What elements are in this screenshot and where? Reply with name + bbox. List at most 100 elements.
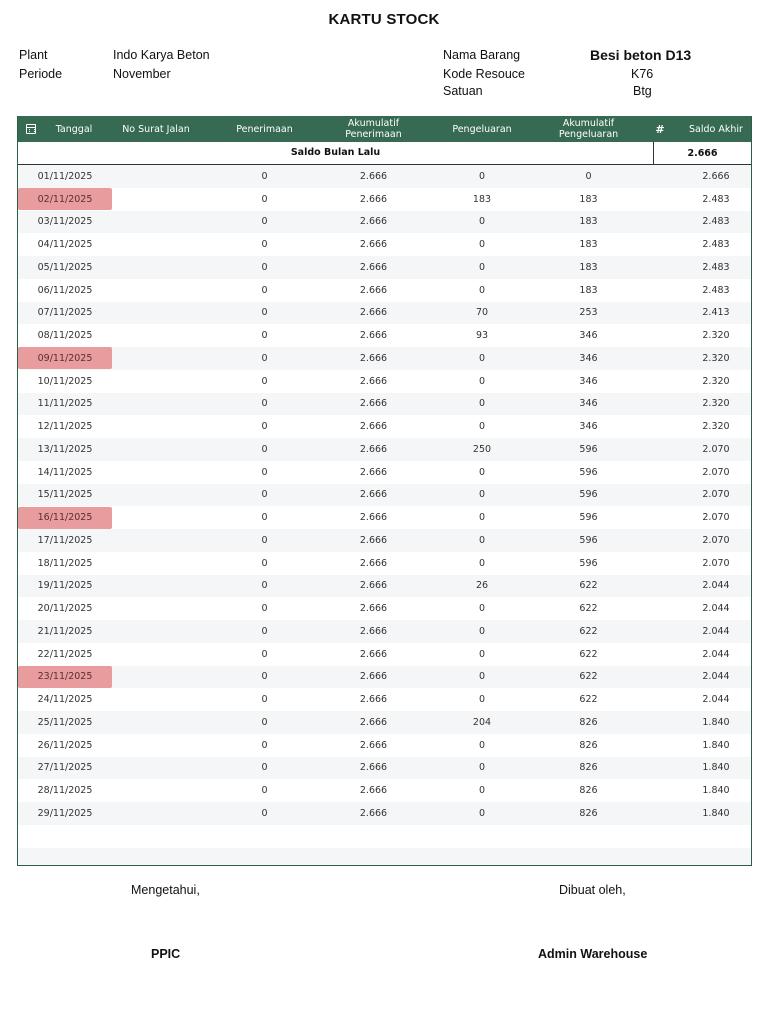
akumulatif-penerimaan-cell: 2.666 [359,785,388,797]
tanggal-cell: 26/11/2025 [37,739,93,751]
akumulatif-penerimaan-cell: 2.666 [359,671,388,683]
akumulatif-penerimaan-cell: 2.666 [359,398,388,410]
saldo-akhir-cell: 1.840 [702,762,730,774]
akumulatif-pengeluaran-cell: 346 [579,330,598,342]
akumulatif-pengeluaran-cell: 622 [579,648,598,660]
akumulatif-penerimaan-cell: 2.666 [359,307,388,319]
saldo-akhir-cell: 2.070 [702,512,730,524]
header-akumulatif-penerimaan: Akumulatif Penerimaan [321,118,426,140]
table-row: 20/11/2025 0 2.666 0 622 2.044 [18,597,751,620]
pengeluaran-cell: 0 [478,739,486,751]
penerimaan-cell: 0 [261,557,268,569]
akumulatif-penerimaan-cell: 2.666 [359,170,388,182]
penerimaan-cell: 0 [261,170,268,182]
header-penerimaan: Penerimaan [236,123,293,135]
penerimaan-cell: 0 [261,330,268,342]
akumulatif-penerimaan-cell: 2.666 [359,375,388,387]
pengeluaran-cell: 0 [478,512,486,524]
penerimaan-cell: 0 [261,421,268,433]
saldo-akhir-cell: 1.840 [702,785,730,797]
satuan-label: Satuan [443,84,483,98]
pengeluaran-cell: 0 [478,375,486,387]
ppic-signature-role: PPIC [151,947,181,961]
saldo-akhir-cell: 2.070 [702,466,730,478]
tanggal-cell: 23/11/2025 [18,665,112,688]
pengeluaran-cell: 0 [478,284,486,296]
saldo-akhir-cell: 2.070 [702,489,730,501]
tanggal-cell: 02/11/2025 [18,188,112,211]
akumulatif-penerimaan-cell: 2.666 [359,512,388,524]
header-no-surat-jalan: No Surat Jalan [122,123,190,135]
saldo-akhir-cell: 2.070 [702,557,730,569]
akumulatif-pengeluaran-cell: 183 [579,261,598,273]
saldo-akhir-cell: 1.840 [702,716,730,728]
penerimaan-cell: 0 [261,261,268,273]
penerimaan-cell: 0 [261,284,268,296]
akumulatif-penerimaan-cell: 2.666 [359,216,388,228]
akumulatif-pengeluaran-cell: 0 [585,170,592,182]
saldo-akhir-cell: 2.483 [702,261,730,273]
tanggal-cell: 14/11/2025 [37,466,93,478]
penerimaan-cell: 0 [261,534,268,546]
akumulatif-penerimaan-cell: 2.666 [359,807,388,819]
pengeluaran-cell: 0 [478,557,486,569]
akumulatif-penerimaan-cell: 2.666 [359,352,388,364]
saldo-akhir-cell: 2.320 [702,330,730,342]
mengetahui-caption: Mengetahui, [131,883,200,897]
tanggal-cell: 27/11/2025 [37,762,93,774]
pengeluaran-cell: 70 [475,307,489,319]
tanggal-cell: 18/11/2025 [37,557,93,569]
saldo-akhir-cell: 2.044 [702,671,730,683]
pengeluaran-cell: 0 [478,785,486,797]
saldo-akhir-cell: 2.413 [702,307,730,319]
akumulatif-pengeluaran-cell: 253 [579,307,598,319]
table-row: 28/11/2025 0 2.666 0 826 1.840 [18,779,751,802]
tanggal-cell: 11/11/2025 [37,398,93,410]
header-akumulatif-pengeluaran: Akumulatif Pengeluaran [538,118,639,140]
pengeluaran-cell: 0 [478,466,486,478]
penerimaan-cell: 0 [261,648,268,660]
saldo-akhir-cell: 2.044 [702,625,730,637]
table-row: 24/11/2025 0 2.666 0 622 2.044 [18,688,751,711]
pengeluaran-cell: 26 [475,580,489,592]
pengeluaran-cell: 0 [478,261,486,273]
saldo-akhir-cell: 2.044 [702,694,730,706]
table-row: 18/11/2025 0 2.666 0 596 2.070 [18,551,751,575]
table-row: 02/11/2025 0 2.666 183 183 2.483 [18,187,751,211]
tanggal-cell: 16/11/2025 [18,506,112,529]
akumulatif-pengeluaran-cell: 596 [579,466,598,478]
table-row: 13/11/2025 0 2.666 250 596 2.070 [18,438,751,461]
akumulatif-penerimaan-cell: 2.666 [359,489,388,501]
kode-resource-value: K76 [631,67,654,81]
saldo-akhir-cell: 2.483 [702,193,730,205]
saldo-akhir-cell: 2.070 [702,443,730,455]
nama-barang-value: Besi beton D13 [590,47,692,63]
tanggal-cell: 10/11/2025 [37,375,93,387]
penerimaan-cell: 0 [261,762,268,774]
akumulatif-pengeluaran-cell: 596 [579,557,598,569]
stock-table: Tanggal No Surat Jalan Penerimaan Akumul… [17,116,752,866]
periode-value: November [113,67,171,81]
penerimaan-cell: 0 [261,443,268,455]
saldo-akhir-cell: 2.320 [702,398,730,410]
saldo-bulan-lalu-row: Saldo Bulan Lalu 2.666 [18,142,751,165]
table-row: 07/11/2025 0 2.666 70 253 2.413 [18,301,751,325]
pengeluaran-cell: 0 [478,694,486,706]
akumulatif-pengeluaran-cell: 346 [579,398,598,410]
table-row: 08/11/2025 0 2.666 93 346 2.320 [18,324,751,347]
tanggal-cell: 29/11/2025 [37,807,93,819]
table-row: 10/11/2025 0 2.666 0 346 2.320 [18,369,751,393]
penerimaan-cell: 0 [261,352,268,364]
akumulatif-penerimaan-cell: 2.666 [359,534,388,546]
pengeluaran-cell: 0 [478,239,486,251]
akumulatif-penerimaan-cell: 2.666 [359,716,388,728]
table-row: 22/11/2025 0 2.666 0 622 2.044 [18,642,751,666]
table-row: 06/11/2025 0 2.666 0 183 2.483 [18,278,751,302]
header-akumulatif-penerimaan-line2: Penerimaan [345,129,402,140]
table-row: 05/11/2025 0 2.666 0 183 2.483 [18,256,751,279]
dibuat-oleh-caption: Dibuat oleh, [559,883,626,897]
akumulatif-penerimaan-cell: 2.666 [359,762,388,774]
header-akumulatif-pengeluaran-line1: Akumulatif [562,118,615,129]
akumulatif-pengeluaran-cell: 622 [579,694,598,706]
akumulatif-pengeluaran-cell: 826 [579,716,598,728]
